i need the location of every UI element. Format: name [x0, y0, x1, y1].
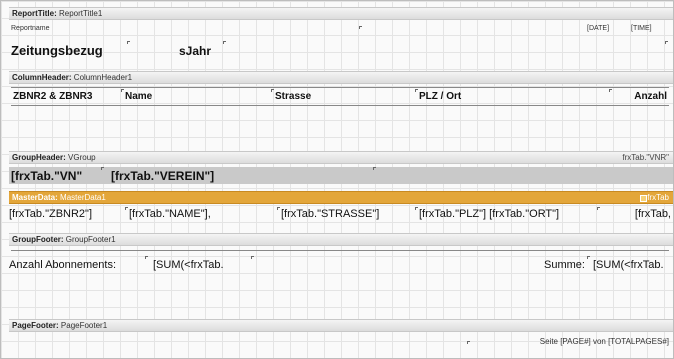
band-type-label: GroupFooter: — [12, 235, 64, 244]
dataset-marker-icon — [640, 195, 647, 202]
column-name[interactable]: Name — [125, 90, 235, 104]
object-corner-marker — [587, 256, 590, 259]
band-type-label: ReportTitle: — [12, 9, 57, 18]
band-name: MasterData1 — [60, 193, 106, 202]
band-type-label: MasterData: — [12, 193, 58, 202]
object-corner-marker — [145, 256, 148, 259]
page-footer-band[interactable]: PageFooter: PageFooter1 Seite [PAGE#] vo… — [9, 319, 673, 357]
field-name[interactable]: [frxTab."NAME"], — [129, 207, 269, 221]
count-expression[interactable]: [SUM(<frxTab. — [153, 258, 253, 272]
page-number-field[interactable]: Seite [PAGE#] von [TOTALPAGES#] — [471, 337, 669, 347]
group-vn-field[interactable]: [frxTab."VN" — [11, 169, 101, 183]
date-field[interactable]: [DATE] — [587, 24, 623, 34]
report-design-canvas[interactable]: ReportTitle: ReportTitle1 Reportname [DA… — [0, 0, 674, 359]
object-corner-marker — [101, 167, 104, 170]
object-corner-marker — [251, 256, 254, 259]
band-name: ReportTitle1 — [58, 9, 103, 18]
object-corner-marker — [415, 207, 418, 210]
field-strasse[interactable]: [frxTab."STRASSE"] — [281, 207, 411, 221]
band-name: VGroup — [68, 153, 96, 162]
sum-label[interactable]: Summe: — [517, 258, 585, 272]
column-plz-ort[interactable]: PLZ / Ort — [419, 90, 529, 104]
band-name: PageFooter1 — [60, 321, 108, 330]
report-heading[interactable]: Zeitungsbezug — [11, 43, 129, 59]
footer-top-line — [11, 250, 669, 251]
column-strasse[interactable]: Strasse — [275, 90, 385, 104]
group-footer-band-header[interactable]: GroupFooter: GroupFooter1 — [9, 233, 673, 246]
master-data-band[interactable]: MasterData: MasterData1 frxTab [frxTab."… — [9, 191, 673, 231]
header-bottom-line — [11, 105, 669, 106]
header-top-line — [11, 87, 669, 88]
column-anzahl[interactable]: Anzahl — [613, 90, 667, 104]
object-corner-marker — [277, 207, 280, 210]
object-corner-marker — [125, 207, 128, 210]
object-corner-marker — [373, 167, 376, 170]
year-field[interactable]: sJahr — [179, 44, 219, 58]
group-header-band-header[interactable]: GroupHeader: VGroup frxTab."VNR" — [9, 151, 673, 164]
column-header-band[interactable]: ColumnHeader: ColumnHeader1 ZBNR2 & ZBNR… — [9, 71, 673, 137]
object-corner-marker — [271, 89, 274, 92]
band-type-label: GroupHeader: — [12, 153, 66, 162]
object-corner-marker — [359, 26, 362, 29]
object-corner-marker — [223, 41, 226, 44]
object-corner-marker — [127, 41, 130, 44]
master-data-band-header[interactable]: MasterData: MasterData1 frxTab — [9, 191, 673, 204]
dataset-name: frxTab — [647, 193, 669, 202]
field-plz-ort[interactable]: [frxTab."PLZ"] [frxTab."ORT"] — [419, 207, 594, 221]
page-footer-band-header[interactable]: PageFooter: PageFooter1 — [9, 319, 673, 332]
column-zbnr[interactable]: ZBNR2 & ZBNR3 — [13, 90, 117, 104]
report-title-band[interactable]: ReportTitle: ReportTitle1 Reportname [DA… — [9, 7, 673, 69]
band-type-label: ColumnHeader: — [12, 73, 72, 82]
object-corner-marker — [415, 89, 418, 92]
field-zbnr2[interactable]: [frxTab."ZBNR2"] — [9, 207, 121, 221]
band-name: GroupFooter1 — [65, 235, 116, 244]
report-title-band-header[interactable]: ReportTitle: ReportTitle1 — [9, 7, 673, 20]
band-type-label: PageFooter: — [12, 321, 59, 330]
count-label[interactable]: Anzahl Abonnements: — [9, 258, 145, 272]
group-footer-band[interactable]: GroupFooter: GroupFooter1 Anzahl Abonnem… — [9, 233, 673, 307]
object-corner-marker — [609, 89, 612, 92]
object-corner-marker — [121, 89, 124, 92]
object-corner-marker — [597, 207, 600, 210]
reportname-field[interactable]: Reportname — [11, 24, 351, 34]
group-verein-field[interactable]: [frxTab."VEREIN"] — [111, 169, 361, 183]
column-header-band-header[interactable]: ColumnHeader: ColumnHeader1 — [9, 71, 673, 84]
sum-expression[interactable]: [SUM(<frxTab. — [593, 258, 671, 272]
band-name: ColumnHeader1 — [73, 73, 133, 82]
time-field[interactable]: [TIME] — [631, 24, 669, 34]
object-corner-marker — [467, 341, 470, 344]
group-condition: frxTab."VNR" — [622, 153, 669, 162]
object-corner-marker — [665, 41, 668, 44]
field-anzahl[interactable]: [frxTab, — [615, 207, 671, 221]
group-header-band[interactable]: GroupHeader: VGroup frxTab."VNR" [frxTab… — [9, 151, 673, 187]
